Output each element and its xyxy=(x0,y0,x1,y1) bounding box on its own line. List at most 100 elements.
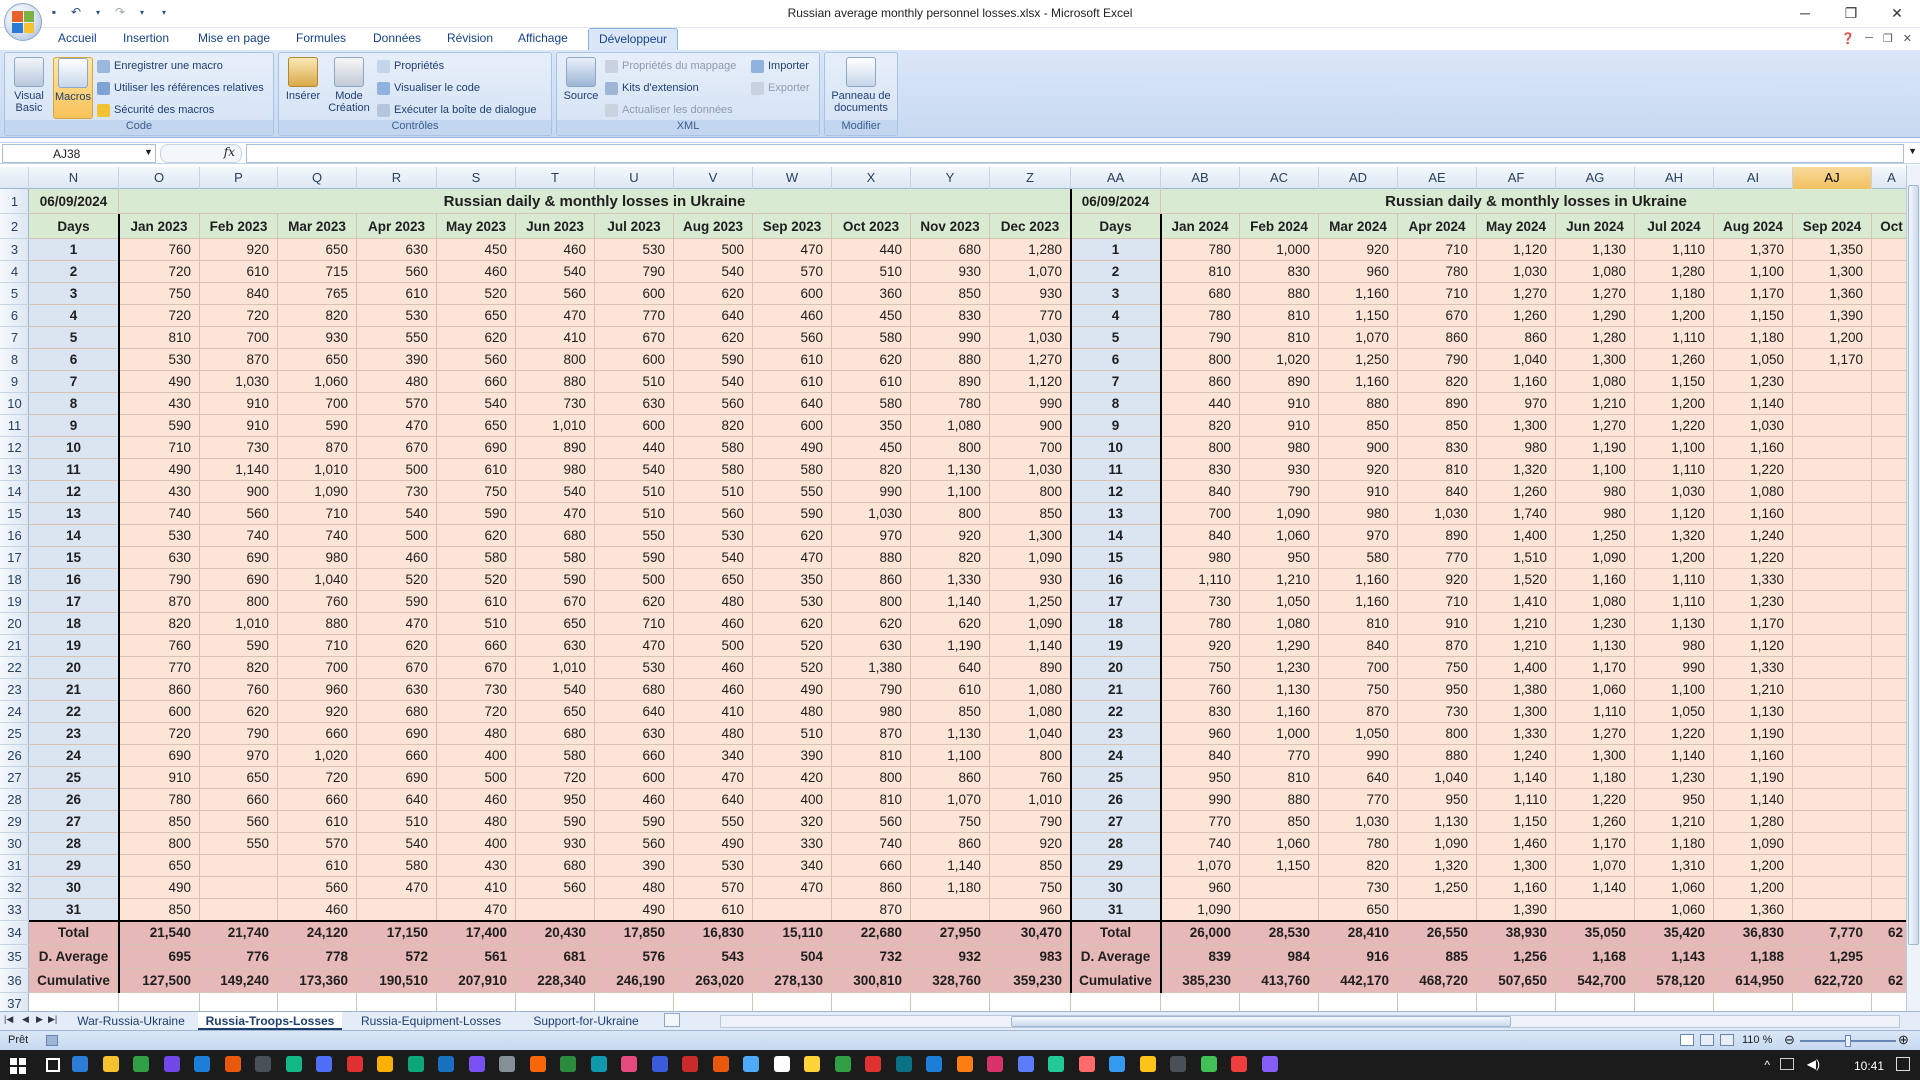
loss-value[interactable]: 740 xyxy=(200,525,278,547)
empty-cell[interactable] xyxy=(119,993,200,1011)
loss-value[interactable] xyxy=(1793,745,1872,767)
monthly-total[interactable]: 28,410 xyxy=(1319,921,1398,945)
loss-value[interactable]: 610 xyxy=(437,459,516,481)
daily-average[interactable]: 916 xyxy=(1319,945,1398,969)
day-number[interactable]: 27 xyxy=(29,811,119,833)
loss-value[interactable]: 480 xyxy=(357,371,437,393)
loss-value[interactable]: 480 xyxy=(674,591,753,613)
daily-average[interactable]: 576 xyxy=(595,945,674,969)
loss-value[interactable]: 430 xyxy=(119,481,200,503)
loss-value[interactable]: 390 xyxy=(753,745,832,767)
loss-value[interactable]: 1,040 xyxy=(1398,767,1477,789)
loss-value[interactable]: 560 xyxy=(516,877,595,899)
taskbar-app-icon[interactable] xyxy=(224,1056,241,1072)
column-header-a[interactable]: A xyxy=(1872,167,1906,189)
loss-value[interactable]: 980 xyxy=(516,459,595,481)
tab-developpeur[interactable]: Développeur xyxy=(588,28,679,50)
loss-value[interactable]: 710 xyxy=(278,635,357,657)
daily-average[interactable]: 504 xyxy=(753,945,832,969)
taskbar-app-icon[interactable] xyxy=(102,1056,119,1072)
zoom-in-icon[interactable]: ⊕ xyxy=(1898,1032,1909,1048)
loss-value[interactable]: 660 xyxy=(278,789,357,811)
loss-value[interactable]: 460 xyxy=(437,261,516,283)
loss-value[interactable]: 920 xyxy=(1319,459,1398,481)
loss-value[interactable]: 1,160 xyxy=(1319,283,1398,305)
day-number[interactable]: 2 xyxy=(29,261,119,283)
record-macro-button[interactable]: Enregistrer une macro xyxy=(97,57,223,75)
day-number[interactable]: 26 xyxy=(1071,789,1161,811)
loss-value[interactable]: 710 xyxy=(595,613,674,635)
loss-value[interactable]: 1,310 xyxy=(1635,855,1714,877)
loss-value[interactable]: 800 xyxy=(990,745,1071,767)
loss-value[interactable]: 540 xyxy=(674,547,753,569)
loss-value[interactable]: 980 xyxy=(1556,481,1635,503)
loss-value[interactable]: 1,080 xyxy=(1240,613,1319,635)
empty-cell[interactable] xyxy=(1872,459,1906,481)
loss-value[interactable]: 980 xyxy=(1556,503,1635,525)
loss-value[interactable]: 1,290 xyxy=(1240,635,1319,657)
loss-value[interactable]: 700 xyxy=(278,657,357,679)
taskbar-app-icon[interactable] xyxy=(895,1056,912,1072)
loss-value[interactable]: 610 xyxy=(674,899,753,921)
day-number[interactable]: 20 xyxy=(1071,657,1161,679)
loss-value[interactable]: 390 xyxy=(357,349,437,371)
day-number[interactable]: 14 xyxy=(1071,525,1161,547)
loss-value[interactable]: 1,040 xyxy=(1477,349,1556,371)
loss-value[interactable]: 1,050 xyxy=(1714,349,1793,371)
loss-value[interactable]: 620 xyxy=(200,701,278,723)
loss-value[interactable]: 620 xyxy=(753,525,832,547)
loss-value[interactable]: 520 xyxy=(753,635,832,657)
loss-value[interactable]: 765 xyxy=(278,283,357,305)
loss-value[interactable]: 980 xyxy=(832,701,911,723)
loss-value[interactable]: 410 xyxy=(516,327,595,349)
loss-value[interactable]: 620 xyxy=(437,525,516,547)
loss-value[interactable]: 630 xyxy=(595,393,674,415)
cumulative-label[interactable]: Cumulative xyxy=(1071,969,1161,993)
monthly-total[interactable]: 21,540 xyxy=(119,921,200,945)
import-button[interactable]: Importer xyxy=(751,57,809,75)
empty-cell[interactable] xyxy=(1872,899,1906,921)
loss-value[interactable]: 880 xyxy=(516,371,595,393)
loss-value[interactable]: 970 xyxy=(1319,525,1398,547)
loss-value[interactable]: 530 xyxy=(595,657,674,679)
loss-value[interactable]: 770 xyxy=(1161,811,1240,833)
loss-value[interactable]: 760 xyxy=(1161,679,1240,701)
view-code-button[interactable]: Visualiser le code xyxy=(377,79,480,97)
loss-value[interactable]: 1,390 xyxy=(1793,305,1872,327)
loss-value[interactable]: 810 xyxy=(119,327,200,349)
loss-value[interactable]: 490 xyxy=(674,833,753,855)
empty-cell[interactable] xyxy=(1872,305,1906,327)
empty-cell[interactable] xyxy=(1872,327,1906,349)
taskbar-app-icon[interactable] xyxy=(255,1056,271,1072)
column-header-w[interactable]: W xyxy=(753,167,832,189)
loss-value[interactable]: 1,010 xyxy=(516,415,595,437)
loss-value[interactable]: 860 xyxy=(911,833,990,855)
loss-value[interactable]: 450 xyxy=(832,305,911,327)
workbook-close-button[interactable]: ✕ xyxy=(1903,32,1912,45)
select-all-corner[interactable] xyxy=(0,167,29,189)
monthly-total[interactable]: 16,830 xyxy=(674,921,753,945)
loss-value[interactable]: 980 xyxy=(278,547,357,569)
loss-value[interactable]: 870 xyxy=(832,723,911,745)
loss-value[interactable]: 1,100 xyxy=(1714,261,1793,283)
loss-value[interactable]: 610 xyxy=(753,371,832,393)
loss-value[interactable]: 660 xyxy=(832,855,911,877)
empty-cell[interactable] xyxy=(674,993,753,1011)
empty-cell[interactable] xyxy=(1240,993,1319,1011)
loss-value[interactable]: 690 xyxy=(200,547,278,569)
taskbar-app-icon[interactable] xyxy=(377,1056,393,1072)
loss-value[interactable]: 520 xyxy=(437,569,516,591)
row-header-4[interactable]: 4 xyxy=(0,261,29,283)
loss-value[interactable]: 650 xyxy=(200,767,278,789)
expand-formula-bar-icon[interactable]: ▼ xyxy=(1908,146,1917,156)
loss-value[interactable]: 510 xyxy=(753,723,832,745)
loss-value[interactable]: 1,210 xyxy=(1240,569,1319,591)
loss-value[interactable]: 750 xyxy=(1161,657,1240,679)
loss-value[interactable]: 970 xyxy=(832,525,911,547)
loss-value[interactable]: 830 xyxy=(1161,459,1240,481)
cumulative-total[interactable]: 328,760 xyxy=(911,969,990,993)
loss-value[interactable]: 1,100 xyxy=(911,745,990,767)
loss-value[interactable]: 910 xyxy=(1319,481,1398,503)
cumulative-total[interactable]: 614,950 xyxy=(1714,969,1793,993)
loss-value[interactable]: 860 xyxy=(832,877,911,899)
